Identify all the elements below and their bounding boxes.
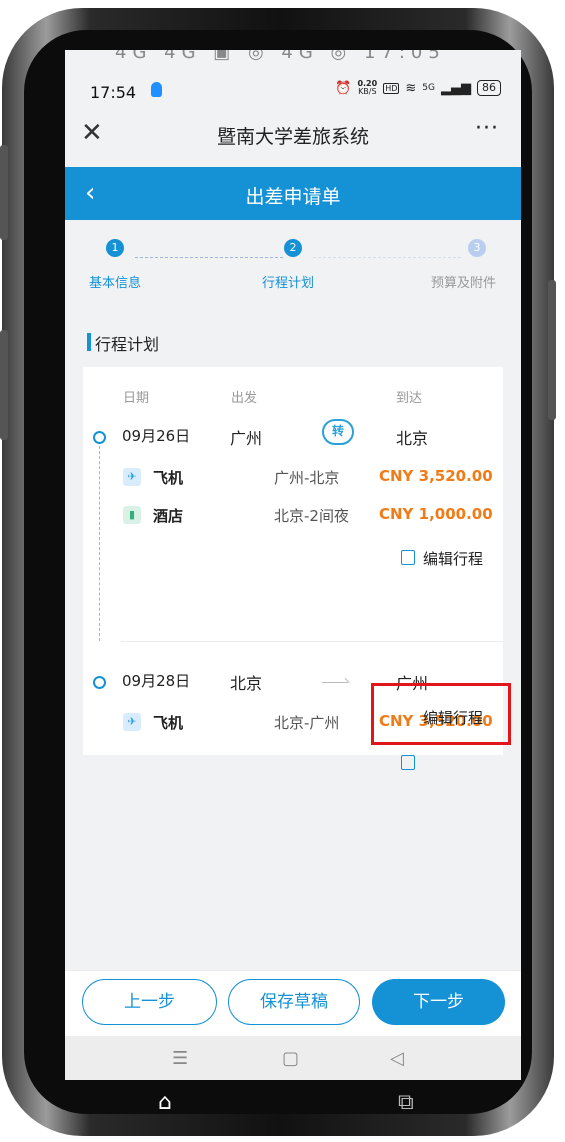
phone-side-button	[0, 145, 8, 240]
item-route: 广州-北京	[274, 469, 340, 487]
next-step-button[interactable]: 下一步	[372, 979, 505, 1025]
system-nav-bar: ☰ ▢ ◁	[65, 1036, 521, 1080]
section-accent-bar	[87, 333, 91, 351]
home-outline-icon[interactable]: ⌂	[158, 1090, 172, 1115]
menu-icon[interactable]: ☰	[172, 1048, 188, 1069]
hotel-icon: ▮	[123, 506, 141, 524]
step-2-label[interactable]: 行程计划	[262, 272, 314, 291]
arrow-right-icon	[322, 682, 348, 683]
section-title: 行程计划	[95, 335, 160, 354]
step-connector	[135, 257, 283, 258]
item-route: 北京-广州	[274, 714, 340, 732]
flight-icon: ✈	[123, 468, 141, 486]
signal-label: 5G	[422, 83, 435, 93]
step-connector	[313, 257, 461, 258]
status-bar: 17:54 ⏰ 0.20 KB/S HD ≋ 5G ▂▄▆ 86	[65, 70, 521, 110]
trip-to-city: 北京	[396, 429, 429, 448]
step-3-indicator[interactable]: 3	[468, 239, 486, 257]
trip-date: 09月26日	[122, 427, 191, 445]
step-1-indicator[interactable]: 1	[106, 239, 124, 257]
trip-from-city: 北京	[230, 674, 263, 693]
item-price: CNY 1,000.00	[379, 505, 493, 523]
alarm-icon: ⏰	[335, 80, 352, 96]
prev-step-button[interactable]: 上一步	[82, 979, 217, 1025]
item-price: CNY 3,520.00	[379, 467, 493, 485]
network-speed-unit: KB/S	[358, 87, 377, 96]
edit-trip-button[interactable]: 编辑行程	[423, 548, 483, 569]
column-header-depart: 出发	[231, 391, 258, 406]
more-icon[interactable]: ···	[475, 116, 499, 141]
page-header: ‹ 出差申请单	[65, 167, 521, 220]
phone-side-button	[0, 330, 8, 440]
item-type-label: 飞机	[153, 714, 184, 732]
edit-icon[interactable]	[401, 550, 415, 565]
app-title: 暨南大学差旅系统	[216, 126, 369, 148]
network-speed: 0.20 KB/S	[357, 80, 377, 96]
signal-icon: ▂▄▆	[441, 80, 471, 96]
step-3-label[interactable]: 预算及附件	[431, 272, 496, 291]
home-square-icon[interactable]: ▢	[282, 1048, 299, 1069]
item-type-label: 酒店	[153, 507, 184, 525]
trip-divider	[121, 641, 503, 642]
app-nav-bar: ✕ 暨南大学差旅系统 ···	[65, 110, 521, 160]
wifi-icon: ≋	[405, 80, 417, 96]
bottom-action-bar: 上一步 保存草稿 下一步	[65, 970, 521, 1037]
edit-icon[interactable]	[401, 755, 415, 770]
back-triangle-icon[interactable]: ◁	[390, 1048, 404, 1069]
qq-notification-icon	[151, 82, 162, 97]
app-screen: 4G 4G ▣ ◎ 4G ◎ 17:05 17:54 ⏰ 0.20 KB/S H…	[65, 50, 521, 1080]
tabs-icon[interactable]: ⧉	[398, 1090, 414, 1115]
ghost-status-text: 4G 4G ▣ ◎ 4G ◎ 17:05	[115, 50, 446, 63]
timeline-dot	[93, 431, 106, 444]
step-1-label[interactable]: 基本信息	[89, 272, 141, 291]
save-draft-button[interactable]: 保存草稿	[228, 979, 360, 1025]
trip-from-city: 广州	[230, 429, 263, 448]
step-2-indicator[interactable]: 2	[284, 239, 302, 257]
item-route: 北京-2间夜	[274, 507, 349, 525]
highlight-box	[371, 683, 511, 745]
trip-date: 09月28日	[122, 672, 191, 690]
flight-icon: ✈	[123, 713, 141, 731]
column-header-arrive: 到达	[396, 391, 423, 406]
page-title: 出差申请单	[245, 186, 341, 208]
item-type-label: 飞机	[153, 469, 184, 487]
battery-icon: 86	[477, 80, 501, 96]
hd-icon: HD	[383, 82, 400, 94]
status-time: 17:54	[90, 83, 137, 102]
column-header-date: 日期	[123, 391, 150, 406]
timeline-dot	[93, 676, 106, 689]
transfer-icon: 转	[322, 419, 354, 445]
status-icons: ⏰ 0.20 KB/S HD ≋ 5G ▂▄▆ 86	[335, 80, 501, 96]
timeline-line	[99, 441, 100, 641]
phone-side-button	[548, 280, 556, 420]
